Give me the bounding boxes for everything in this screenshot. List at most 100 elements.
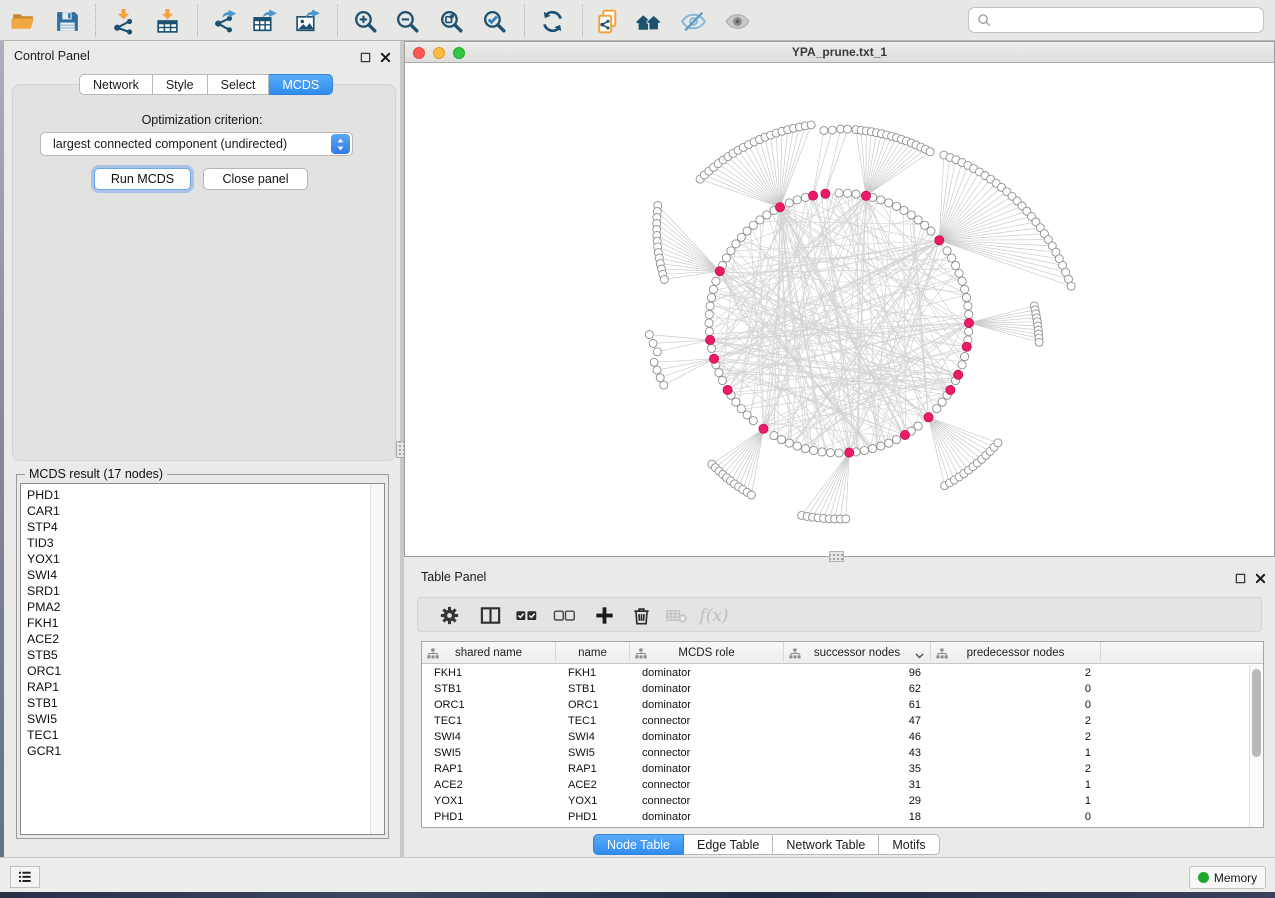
cell-name: FKH1 bbox=[556, 665, 630, 681]
cell-MCDS-role: dominator bbox=[630, 697, 784, 713]
select-all-columns-icon[interactable] bbox=[513, 603, 539, 628]
deselect-all-columns-icon[interactable] bbox=[551, 603, 577, 628]
zoom-out-icon[interactable] bbox=[392, 6, 422, 36]
attribute-tree-icon bbox=[936, 648, 948, 662]
mcds-result-node[interactable]: TID3 bbox=[21, 535, 369, 551]
delete-table-icon bbox=[663, 603, 689, 628]
horizontal-splitter-handle[interactable] bbox=[829, 551, 844, 562]
clone-network-icon[interactable] bbox=[592, 6, 622, 36]
table-row[interactable]: FKH1FKH1dominator962 bbox=[422, 665, 1248, 681]
split-panel-icon[interactable] bbox=[477, 603, 503, 628]
memory-button[interactable]: Memory bbox=[1189, 866, 1266, 889]
control-panel-title: Control Panel bbox=[14, 49, 90, 63]
criterion-dropdown-value: largest connected component (undirected) bbox=[41, 137, 331, 151]
refresh-view-icon[interactable] bbox=[537, 6, 567, 36]
cell-successor-nodes: 46 bbox=[784, 729, 931, 745]
mcds-result-node[interactable]: PMA2 bbox=[21, 599, 369, 615]
tab-network[interactable]: Network bbox=[79, 74, 153, 95]
hide-selected-icon[interactable] bbox=[678, 6, 708, 36]
cell-MCDS-role: dominator bbox=[630, 761, 784, 777]
attribute-tree-icon bbox=[789, 648, 801, 662]
tab-node-table[interactable]: Node Table bbox=[593, 834, 684, 855]
float-table-panel-icon[interactable] bbox=[1233, 571, 1247, 585]
column-header-successor-nodes[interactable]: successor nodes bbox=[784, 642, 931, 664]
zoom-selected-icon[interactable] bbox=[479, 6, 509, 36]
table-row[interactable]: SWI4SWI4dominator462 bbox=[422, 729, 1248, 745]
table-row[interactable]: STB1STB1dominator620 bbox=[422, 681, 1248, 697]
mcds-result-node[interactable]: SWI5 bbox=[21, 711, 369, 727]
zoom-fit-icon[interactable] bbox=[436, 6, 466, 36]
cell-MCDS-role: connector bbox=[630, 777, 784, 793]
zoom-in-icon[interactable] bbox=[350, 6, 380, 36]
cell-predecessor-nodes: 1 bbox=[931, 793, 1101, 809]
run-mcds-button[interactable]: Run MCDS bbox=[94, 168, 191, 190]
close-panel-button[interactable]: Close panel bbox=[203, 168, 308, 190]
criterion-dropdown[interactable]: largest connected component (undirected) bbox=[40, 132, 353, 156]
cell-predecessor-nodes: 2 bbox=[931, 761, 1101, 777]
float-window-icon[interactable] bbox=[358, 50, 372, 64]
network-window-titlebar[interactable]: YPA_prune.txt_1 bbox=[405, 42, 1274, 63]
control-panel: Control Panel NetworkStyleSelectMCDS Opt… bbox=[4, 41, 400, 857]
tab-network-table[interactable]: Network Table bbox=[773, 834, 879, 855]
mcds-result-node[interactable]: RAP1 bbox=[21, 679, 369, 695]
tab-edge-table[interactable]: Edge Table bbox=[684, 834, 773, 855]
mcds-result-node[interactable]: TEC1 bbox=[21, 727, 369, 743]
export-table-icon[interactable] bbox=[249, 6, 279, 36]
mcds-result-node[interactable]: STP4 bbox=[21, 519, 369, 535]
task-history-button[interactable] bbox=[10, 866, 40, 888]
tab-style[interactable]: Style bbox=[153, 74, 208, 95]
table-settings-icon[interactable] bbox=[436, 603, 462, 628]
save-session-icon[interactable] bbox=[52, 6, 82, 36]
tab-select[interactable]: Select bbox=[208, 74, 270, 95]
mcds-result-node[interactable]: SRD1 bbox=[21, 583, 369, 599]
cell-predecessor-nodes: 2 bbox=[931, 665, 1101, 681]
table-row[interactable]: ACE2ACE2connector311 bbox=[422, 777, 1248, 793]
column-header-shared-name[interactable]: shared name bbox=[422, 642, 556, 664]
attribute-tree-icon bbox=[427, 648, 439, 662]
open-file-icon[interactable] bbox=[8, 6, 38, 36]
table-row[interactable]: PHD1PHD1dominator180 bbox=[422, 809, 1248, 825]
show-all-icon[interactable] bbox=[722, 6, 752, 36]
cell-successor-nodes: 43 bbox=[784, 745, 931, 761]
search-input[interactable] bbox=[992, 10, 1263, 30]
mcds-result-node[interactable]: ORC1 bbox=[21, 663, 369, 679]
tab-mcds[interactable]: MCDS bbox=[269, 74, 333, 95]
tab-motifs[interactable]: Motifs bbox=[879, 834, 939, 855]
close-table-panel-icon[interactable] bbox=[1253, 571, 1267, 585]
mcds-result-node[interactable]: PHD1 bbox=[21, 487, 369, 503]
table-row[interactable]: SWI5SWI5connector431 bbox=[422, 745, 1248, 761]
mcds-result-node[interactable]: STB1 bbox=[21, 695, 369, 711]
close-panel-icon[interactable] bbox=[378, 50, 392, 64]
column-header-predecessor-nodes[interactable]: predecessor nodes bbox=[931, 642, 1101, 664]
table-row[interactable]: YOX1YOX1connector291 bbox=[422, 793, 1248, 809]
table-row[interactable]: ORC1ORC1dominator610 bbox=[422, 697, 1248, 713]
mcds-result-node[interactable]: STB5 bbox=[21, 647, 369, 663]
column-header-MCDS-role[interactable]: MCDS role bbox=[630, 642, 784, 664]
import-network-icon[interactable] bbox=[108, 6, 138, 36]
first-neighbors-icon[interactable] bbox=[633, 6, 663, 36]
delete-column-icon[interactable] bbox=[628, 603, 654, 628]
cell-successor-nodes: 29 bbox=[784, 793, 931, 809]
add-column-icon[interactable] bbox=[591, 603, 617, 628]
column-label: predecessor nodes bbox=[967, 647, 1065, 659]
column-header-name[interactable]: name bbox=[556, 642, 630, 664]
mcds-result-node[interactable]: GCR1 bbox=[21, 743, 369, 759]
table-scrollbar[interactable] bbox=[1249, 665, 1263, 827]
mcds-result-node[interactable]: ACE2 bbox=[21, 631, 369, 647]
cell-shared-name: RAP1 bbox=[422, 761, 556, 777]
mcds-result-node[interactable]: FKH1 bbox=[21, 615, 369, 631]
cell-successor-nodes: 35 bbox=[784, 761, 931, 777]
mcds-result-node[interactable]: SWI4 bbox=[21, 567, 369, 583]
network-canvas[interactable] bbox=[405, 63, 1274, 556]
mcds-result-node[interactable]: CAR1 bbox=[21, 503, 369, 519]
table-row[interactable]: RAP1RAP1dominator352 bbox=[422, 761, 1248, 777]
export-image-icon[interactable] bbox=[292, 6, 322, 36]
mcds-list-scrollbar[interactable] bbox=[370, 484, 384, 834]
import-table-icon[interactable] bbox=[152, 6, 182, 36]
cell-predecessor-nodes: 1 bbox=[931, 745, 1101, 761]
search-icon bbox=[977, 13, 992, 28]
mcds-result-node[interactable]: YOX1 bbox=[21, 551, 369, 567]
table-scrollbar-thumb[interactable] bbox=[1252, 669, 1261, 757]
export-network-icon[interactable] bbox=[210, 6, 240, 36]
table-row[interactable]: TEC1TEC1connector472 bbox=[422, 713, 1248, 729]
